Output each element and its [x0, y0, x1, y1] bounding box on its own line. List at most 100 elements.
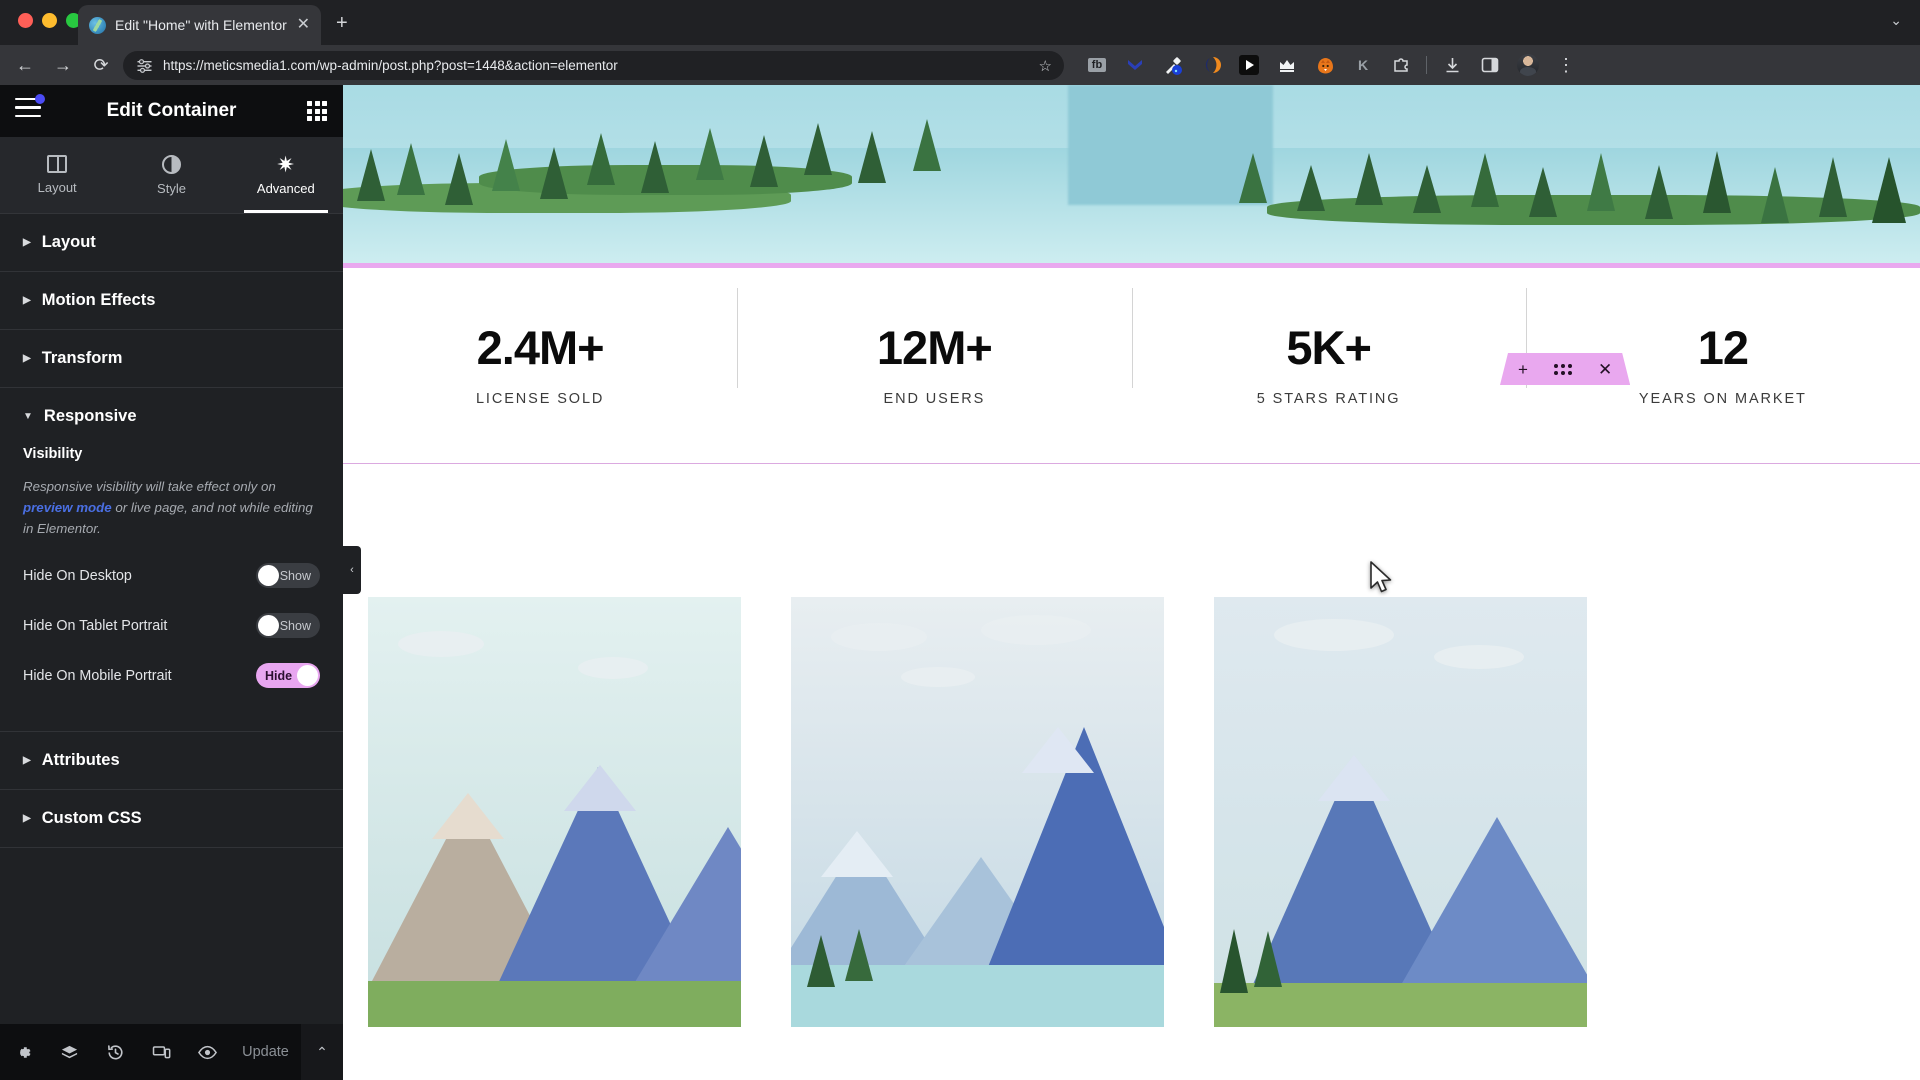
chevron-right-icon: ▶ [23, 295, 31, 306]
hide-on-desktop-toggle[interactable]: Show [256, 563, 320, 588]
tab-label: Advanced [256, 180, 315, 196]
tab-title: Edit "Home" with Elementor [115, 17, 287, 33]
color-picker-extension-icon[interactable] [1154, 45, 1192, 85]
stat-label: YEARS ON MARKET [1638, 391, 1807, 407]
responsive-mode-icon[interactable] [138, 1024, 184, 1080]
chevron-down-icon[interactable]: ⌄ [1890, 12, 1902, 29]
gear-icon [276, 155, 295, 174]
delete-container-button[interactable]: ✕ [1598, 361, 1612, 378]
stat-label: 5 STARS RATING [1256, 391, 1401, 407]
tab-layout[interactable]: Layout [0, 137, 114, 213]
hide-on-desktop-row: Hide On Desktop Show [23, 563, 320, 588]
stat-number: 5K+ [1286, 321, 1372, 374]
hide-on-mobile-portrait-toggle[interactable]: Hide [256, 663, 320, 688]
section-label: Responsive [43, 407, 137, 425]
panel-body: ▶ Layout ▶ Motion Effects ▶ Transform ▼ [0, 214, 343, 1024]
browser-tab[interactable]: Edit "Home" with Elementor ✕ [78, 5, 321, 45]
stat-number: 2.4M+ [476, 321, 605, 374]
url-text: https://meticsmedia1.com/wp-admin/post.p… [163, 58, 618, 73]
browser-menu-icon[interactable]: ⋮ [1547, 45, 1585, 85]
drag-handle-icon[interactable] [1554, 364, 1572, 375]
back-button[interactable]: ← [10, 50, 40, 80]
section-label: Attributes [41, 751, 120, 769]
chevron-right-icon: ▶ [23, 353, 31, 364]
navigator-layers-icon[interactable] [46, 1024, 92, 1080]
site-settings-icon[interactable] [136, 58, 153, 74]
panel-header: Edit Container [0, 85, 343, 137]
crown-extension-icon[interactable] [1268, 45, 1306, 85]
toggle-value: Show [279, 568, 311, 583]
section-label: Transform [41, 349, 123, 367]
contrast-icon [161, 154, 181, 174]
grid-apps-icon[interactable] [307, 101, 327, 121]
hide-on-tablet-portrait-toggle[interactable]: Show [256, 613, 320, 638]
stat-item[interactable]: 2.4M+ LICENSE SOLD [343, 324, 737, 407]
globe-icon [89, 16, 106, 34]
avatar[interactable] [1509, 45, 1547, 85]
reload-button[interactable]: ⟳ [86, 50, 116, 80]
close-icon[interactable]: ✕ [297, 17, 310, 33]
puzzle-extensions-icon[interactable] [1382, 45, 1420, 85]
facebook-pixel-extension-icon[interactable]: fb [1078, 45, 1116, 85]
window-controls[interactable] [18, 13, 81, 28]
chevron-right-icon: ▶ [23, 813, 31, 824]
collapse-panel-button[interactable]: ‹ [343, 546, 361, 594]
downloads-icon[interactable] [1433, 45, 1471, 85]
control-label: Hide On Desktop [23, 567, 132, 584]
tab-label: Style [157, 180, 186, 196]
hero-landscape-image[interactable] [343, 85, 1920, 268]
section-layout[interactable]: ▶ Layout [0, 214, 343, 272]
add-element-button[interactable]: + [1518, 361, 1528, 378]
url-input[interactable]: https://meticsmedia1.com/wp-admin/post.p… [123, 51, 1064, 80]
browser-chrome: Edit "Home" with Elementor ✕ + ⌄ ← → ⟳ h… [0, 0, 1920, 85]
settings-gear-icon[interactable] [0, 1024, 46, 1080]
section-label: Motion Effects [41, 291, 156, 309]
preview-mode-link[interactable]: preview mode [23, 500, 112, 515]
stats-section[interactable]: 2.4M+ LICENSE SOLD 12M+ END USERS 5K+ 5 … [343, 268, 1920, 464]
minimize-window-button[interactable] [42, 13, 57, 28]
close-window-button[interactable] [18, 13, 33, 28]
section-label: Layout [41, 233, 96, 251]
section-attributes[interactable]: ▶ Attributes [0, 731, 343, 790]
elementor-canvas: + ✕ 2.4M+ LICENSE SOLD 12M+ END USERS 5K… [343, 85, 1920, 1080]
orange-crescent-extension-icon[interactable] [1192, 45, 1230, 85]
gallery-card-image[interactable] [1214, 597, 1587, 1027]
section-responsive[interactable]: ▼ Responsive [0, 388, 343, 432]
preview-eye-icon[interactable] [184, 1024, 230, 1080]
video-player-extension-icon[interactable] [1230, 45, 1268, 85]
container-toolbar[interactable]: + ✕ [1500, 353, 1630, 385]
side-panel-icon[interactable] [1471, 45, 1509, 85]
tab-style[interactable]: Style [114, 137, 228, 213]
section-motion-effects[interactable]: ▶ Motion Effects [0, 272, 343, 330]
gallery-card-image[interactable] [791, 597, 1164, 1027]
page-title: Edit Container [106, 100, 237, 121]
forward-button[interactable]: → [48, 50, 78, 80]
section-label: Custom CSS [41, 809, 142, 827]
blue-chevron-extension-icon[interactable] [1116, 45, 1154, 85]
bookmark-star-icon[interactable]: ☆ [1039, 57, 1052, 75]
gallery-card-image[interactable] [368, 597, 741, 1027]
firefox-extension-icon[interactable] [1306, 45, 1344, 85]
gallery-cards [368, 597, 1920, 1027]
toggle-knob [258, 615, 279, 636]
stat-item[interactable]: 12M+ END USERS [737, 288, 1131, 407]
hamburger-menu-icon[interactable] [15, 94, 45, 124]
k-extension-icon[interactable]: K [1344, 45, 1382, 85]
hide-on-mobile-portrait-row: Hide On Mobile Portrait Hide [23, 663, 320, 688]
update-button[interactable]: Update [230, 1044, 301, 1060]
ext-label-fb: fb [1087, 58, 1107, 72]
extensions-toolbar: fb K ⋮ [1078, 45, 1585, 85]
tab-advanced[interactable]: Advanced [229, 137, 343, 213]
visibility-heading: Visibility [23, 446, 83, 462]
section-transform[interactable]: ▶ Transform [0, 330, 343, 388]
history-icon[interactable] [92, 1024, 138, 1080]
stat-item[interactable]: 5K+ 5 STARS RATING [1131, 288, 1526, 407]
new-tab-button[interactable]: + [336, 13, 348, 33]
panel-tabs: Layout Style Advanced [0, 137, 343, 214]
update-options-chevron-icon[interactable]: ⌃ [301, 1024, 343, 1080]
stat-number: 12M+ [876, 321, 993, 374]
section-custom-css[interactable]: ▶ Custom CSS [0, 790, 343, 848]
responsive-controls: Visibility Responsive visibility will ta… [0, 446, 343, 731]
toggle-value: Show [279, 618, 311, 633]
toggle-knob [297, 665, 318, 686]
